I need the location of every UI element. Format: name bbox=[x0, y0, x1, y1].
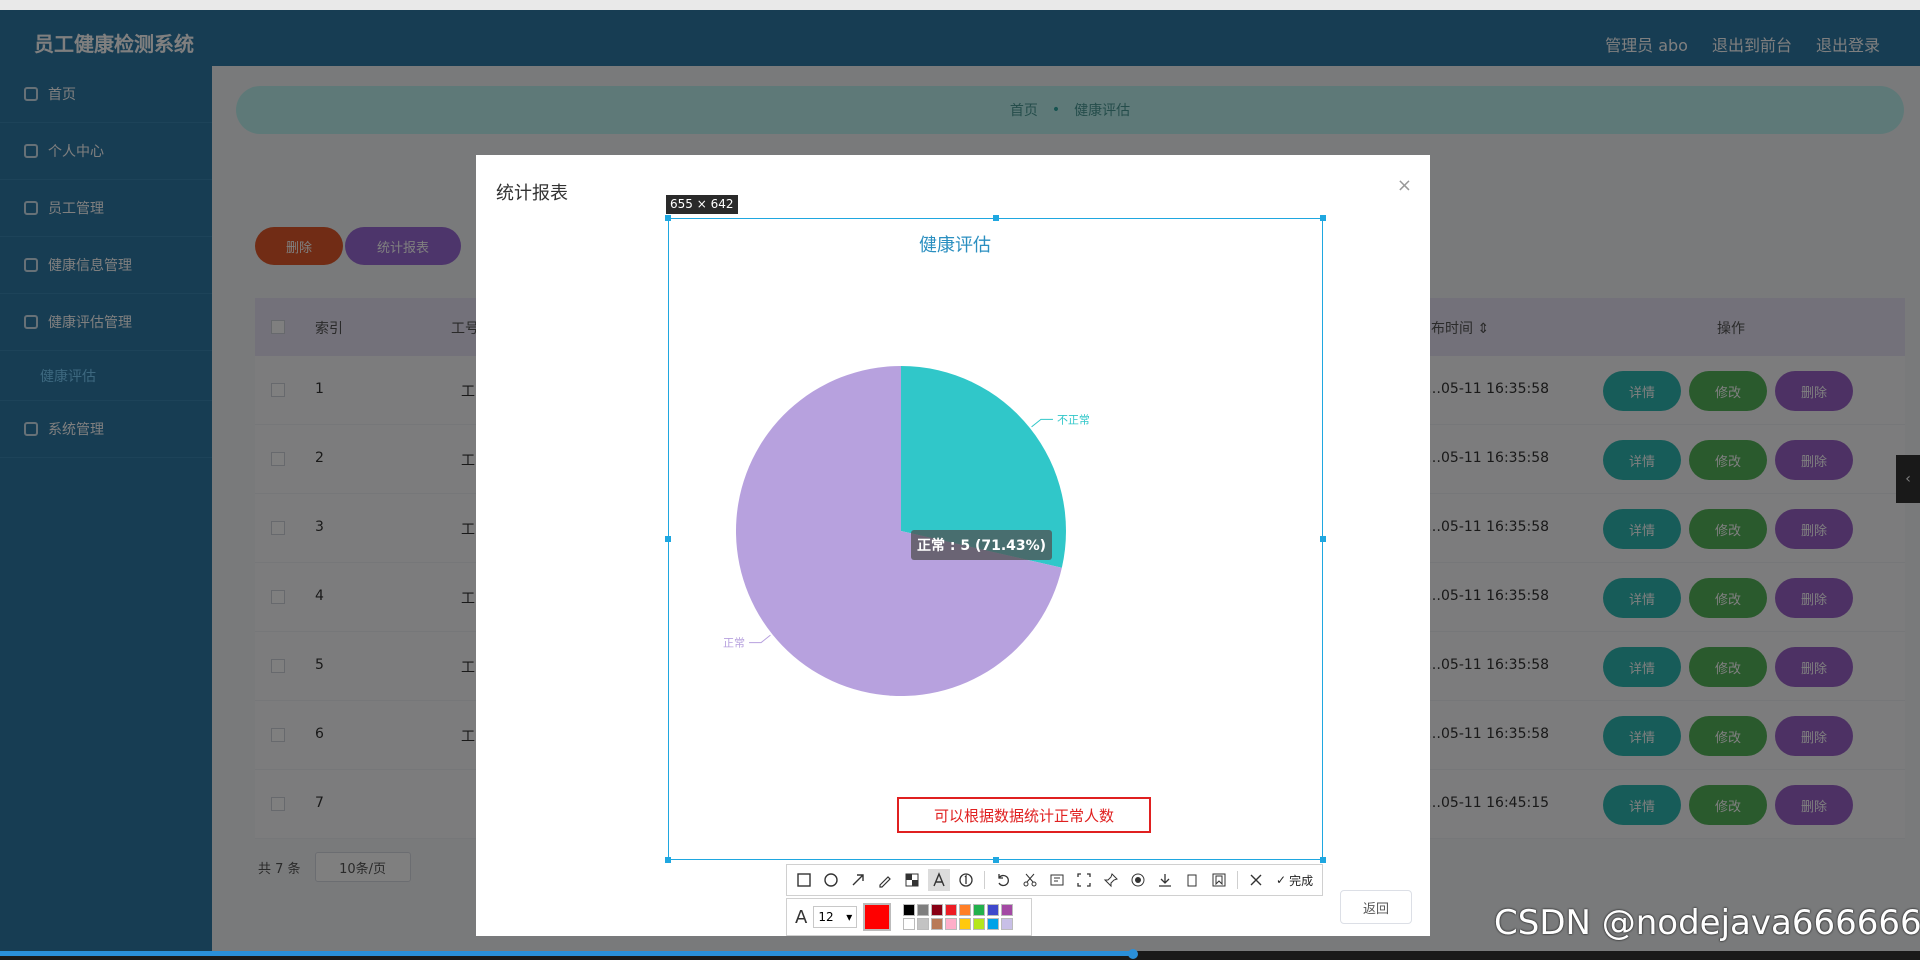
back-button[interactable]: 返回 bbox=[1340, 890, 1412, 924]
annotation-note: 可以根据数据统计正常人数 bbox=[897, 797, 1151, 833]
color-swatch[interactable] bbox=[959, 918, 972, 930]
chevron-down-icon: ▾ bbox=[846, 910, 853, 924]
color-swatch[interactable] bbox=[987, 918, 1000, 930]
ocr-icon[interactable] bbox=[1046, 869, 1068, 891]
font-size-value: 12 bbox=[818, 910, 834, 924]
arrow-icon[interactable] bbox=[847, 869, 869, 891]
toolbar-divider bbox=[984, 871, 985, 889]
color-swatch[interactable] bbox=[959, 904, 972, 916]
color-palette bbox=[903, 904, 1014, 930]
pie-label-line bbox=[1031, 418, 1053, 428]
color-swatch[interactable] bbox=[917, 918, 930, 930]
color-swatch[interactable] bbox=[1001, 904, 1014, 916]
resize-handle[interactable] bbox=[665, 857, 671, 863]
rect-icon[interactable] bbox=[793, 869, 815, 891]
watermark: CSDN @nodejava666666 bbox=[1494, 903, 1920, 943]
color-swatch[interactable] bbox=[903, 918, 916, 930]
resize-handle[interactable] bbox=[1320, 215, 1326, 221]
mosaic-icon[interactable] bbox=[901, 869, 923, 891]
done-button[interactable]: ✓ 完成 bbox=[1276, 872, 1313, 889]
color-swatch[interactable] bbox=[987, 904, 1000, 916]
cut-icon[interactable] bbox=[1019, 869, 1041, 891]
color-swatch[interactable] bbox=[973, 904, 986, 916]
capture-size-label: 655 × 642 bbox=[666, 195, 738, 214]
dialog-title: 统计报表 bbox=[496, 183, 568, 204]
font-icon: A bbox=[795, 906, 808, 928]
toolbar-divider bbox=[1237, 871, 1238, 889]
capture-toolbar: ✓ 完成 bbox=[786, 864, 1323, 896]
current-color-swatch[interactable] bbox=[863, 903, 892, 931]
color-swatch[interactable] bbox=[917, 904, 930, 916]
resize-handle[interactable] bbox=[993, 857, 999, 863]
text-style-toolbar: A 12 ▾ bbox=[786, 898, 1032, 936]
font-size-select[interactable]: 12 ▾ bbox=[813, 906, 858, 928]
pie-label: 不正常 bbox=[1057, 413, 1090, 426]
capture-region[interactable]: 健康评估 不正常正常 正常 : 5 (71.43%) 可以根据数据统计正常人数 bbox=[668, 218, 1323, 860]
chart-tooltip: 正常 : 5 (71.43%) bbox=[911, 530, 1053, 560]
window-top-strip bbox=[0, 0, 1920, 10]
done-label: 完成 bbox=[1289, 873, 1314, 888]
color-swatch[interactable] bbox=[931, 918, 944, 930]
video-progress-knob[interactable] bbox=[1127, 949, 1138, 959]
number-icon[interactable] bbox=[955, 869, 977, 891]
pen-icon[interactable] bbox=[874, 869, 896, 891]
download-icon[interactable] bbox=[1154, 869, 1176, 891]
ellipse-icon[interactable] bbox=[820, 869, 842, 891]
chart-title: 健康评估 bbox=[919, 235, 991, 256]
close-icon[interactable] bbox=[1245, 869, 1267, 891]
color-swatch[interactable] bbox=[945, 904, 958, 916]
text-icon[interactable] bbox=[928, 869, 950, 891]
resize-handle[interactable] bbox=[665, 215, 671, 221]
copy-icon[interactable] bbox=[1181, 869, 1203, 891]
pie-label-line bbox=[749, 634, 771, 644]
pin-icon[interactable] bbox=[1100, 869, 1122, 891]
undo-icon[interactable] bbox=[992, 869, 1014, 891]
check-icon: ✓ bbox=[1276, 873, 1287, 887]
scroll-capture-icon[interactable] bbox=[1073, 869, 1095, 891]
pie-label: 正常 bbox=[723, 637, 745, 650]
record-icon[interactable] bbox=[1127, 869, 1149, 891]
color-swatch[interactable] bbox=[931, 904, 944, 916]
resize-handle[interactable] bbox=[993, 215, 999, 221]
resize-handle[interactable] bbox=[1320, 536, 1326, 542]
resize-handle[interactable] bbox=[665, 536, 671, 542]
color-swatch[interactable] bbox=[973, 918, 986, 930]
bookmark-icon[interactable] bbox=[1208, 869, 1230, 891]
color-swatch[interactable] bbox=[1001, 918, 1014, 930]
color-swatch[interactable] bbox=[903, 904, 916, 916]
resize-handle[interactable] bbox=[1320, 857, 1326, 863]
color-swatch[interactable] bbox=[945, 918, 958, 930]
close-icon[interactable]: × bbox=[1397, 175, 1412, 196]
video-progress-fill bbox=[0, 951, 1133, 956]
